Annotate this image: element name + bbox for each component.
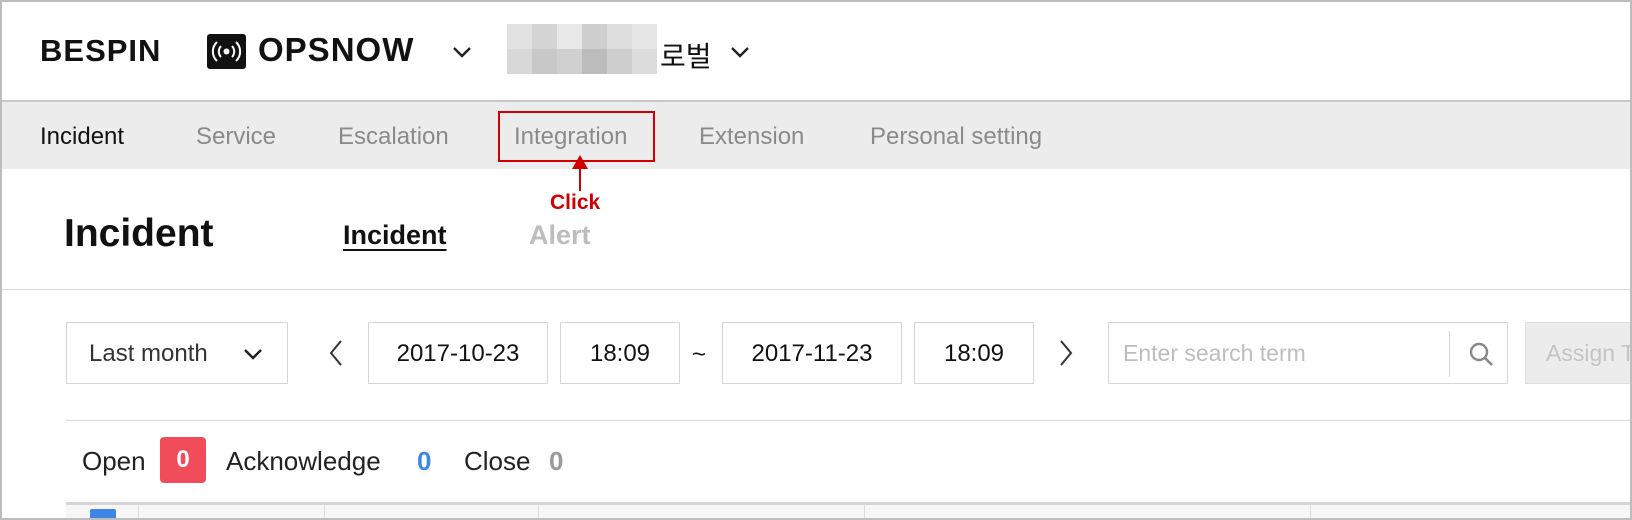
- bespin-logo[interactable]: BESPIN: [40, 33, 161, 69]
- search-icon[interactable]: [1466, 339, 1496, 369]
- assign-button[interactable]: Assign T: [1525, 322, 1630, 384]
- click-annotation-label: Click: [550, 191, 601, 214]
- main-nav: Incident Service Escalation Integration …: [2, 102, 1630, 169]
- table-column-divider: [324, 505, 325, 518]
- tab-incident[interactable]: Incident: [343, 220, 447, 251]
- blurred-account-name: [507, 24, 659, 74]
- select-all-checkbox[interactable]: [90, 509, 116, 518]
- date-range-separator: ~: [692, 341, 707, 368]
- chevron-down-icon: [244, 349, 262, 360]
- annotation-arrow-icon: [572, 155, 588, 191]
- period-dropdown[interactable]: Last month: [66, 322, 288, 384]
- chevron-down-icon[interactable]: [450, 40, 474, 64]
- table-column-divider: [538, 505, 539, 518]
- close-label[interactable]: Close: [464, 446, 530, 477]
- nav-item-personal-setting[interactable]: Personal setting: [870, 123, 1042, 151]
- open-count-badge[interactable]: 0: [160, 437, 206, 483]
- start-time-field[interactable]: 18:09: [560, 322, 680, 384]
- nav-item-incident[interactable]: Incident: [40, 123, 124, 151]
- table-column-divider: [1310, 505, 1311, 518]
- search-placeholder: Enter search term: [1123, 340, 1306, 366]
- start-date-field[interactable]: 2017-10-23: [368, 322, 548, 384]
- tab-alert[interactable]: Alert: [529, 220, 591, 251]
- open-label[interactable]: Open: [82, 446, 146, 477]
- chevron-down-icon[interactable]: [728, 40, 752, 64]
- nav-item-escalation[interactable]: Escalation: [338, 123, 449, 151]
- previous-period-icon[interactable]: [325, 338, 347, 368]
- opsnow-title[interactable]: OPSNOW: [258, 31, 414, 69]
- nav-item-service[interactable]: Service: [196, 123, 276, 151]
- acknowledge-label[interactable]: Acknowledge: [226, 446, 381, 477]
- page-title: Incident: [64, 212, 214, 255]
- incident-table-header: [66, 502, 1630, 518]
- end-date-field[interactable]: 2017-11-23: [722, 322, 902, 384]
- close-count[interactable]: 0: [549, 446, 563, 477]
- search-box[interactable]: Enter search term: [1108, 322, 1508, 384]
- nav-item-extension[interactable]: Extension: [699, 123, 804, 151]
- end-time-field[interactable]: 18:09: [914, 322, 1034, 384]
- start-time-value: 18:09: [589, 340, 651, 367]
- divider: [66, 420, 1630, 421]
- top-header: BESPIN OPSNOW 로벌: [2, 2, 1630, 102]
- search-divider: [1449, 331, 1450, 377]
- acknowledge-count[interactable]: 0: [417, 446, 431, 477]
- app-window: BESPIN OPSNOW 로벌 Incident Service Escala…: [0, 0, 1632, 520]
- table-column-divider: [138, 505, 139, 518]
- divider: [2, 289, 1630, 290]
- opsnow-broadcast-icon: [207, 34, 246, 69]
- account-selector-label[interactable]: 로벌: [660, 35, 712, 75]
- next-period-icon[interactable]: [1055, 338, 1077, 368]
- end-date-value: 2017-11-23: [751, 340, 873, 367]
- start-date-value: 2017-10-23: [396, 340, 520, 367]
- table-column-divider: [864, 505, 865, 518]
- end-time-value: 18:09: [943, 340, 1005, 367]
